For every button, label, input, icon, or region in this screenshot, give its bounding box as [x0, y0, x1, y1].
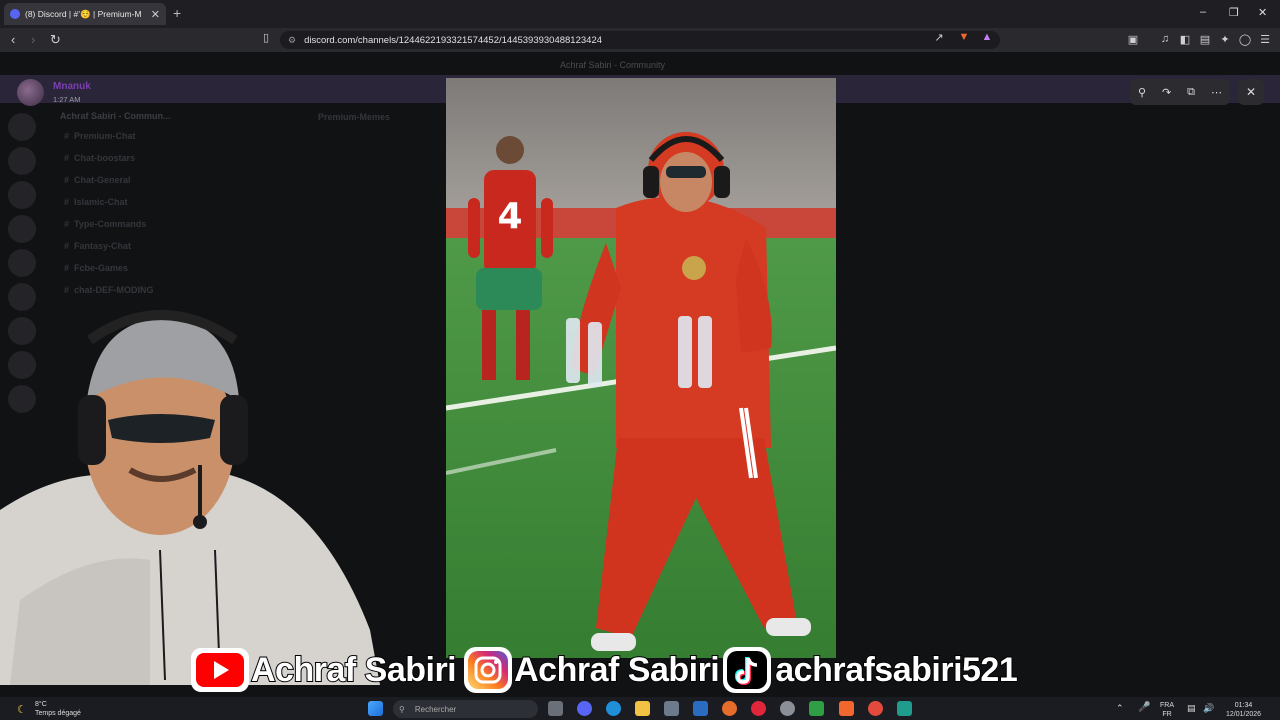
site-info-icon[interactable]: ⚙	[288, 35, 296, 46]
new-tab-button[interactable]: +	[173, 5, 181, 21]
social-banner: Achraf Sabiri Achraf Sabiri achrafsabiri…	[189, 645, 1079, 695]
chrome-icon[interactable]	[868, 701, 883, 716]
svg-text:4: 4	[497, 196, 522, 237]
open-external-icon[interactable]: ⧉	[1187, 86, 1195, 99]
server-icon[interactable]	[8, 215, 36, 243]
channel-header-title: Premium-Memes	[318, 112, 391, 122]
language-code: FRA	[1160, 702, 1174, 709]
search-placeholder: Rechercher	[414, 704, 457, 714]
ai-icon[interactable]: ✦	[1218, 33, 1232, 47]
browser-tab-strip: (8) Discord | #’☺️ | Premium-M ✕ + – ❒ ✕	[0, 0, 1280, 28]
tray-chevron-icon[interactable]: ⌃	[1116, 703, 1124, 714]
instagram-icon	[462, 645, 514, 695]
image-toolbar: ⚲ ↷ ⧉ ⋯	[1130, 79, 1230, 105]
keyboard-layout: FR	[1162, 711, 1172, 718]
youtube-icon	[189, 645, 251, 695]
brave-shield-icon[interactable]: ▼	[957, 31, 971, 45]
reload-icon[interactable]: ↻	[50, 32, 61, 48]
more-options-icon[interactable]: ⋯	[1211, 86, 1222, 99]
back-arrow-icon[interactable]: ‹	[11, 32, 15, 47]
share-icon[interactable]: ↗	[932, 31, 946, 45]
tab-close-icon[interactable]: ✕	[151, 8, 160, 21]
webcam-overlay	[0, 300, 380, 685]
microphone-icon[interactable]: 🎤	[1138, 702, 1150, 713]
settings-gear-icon[interactable]	[780, 701, 795, 716]
search-icon: ⚲	[399, 704, 405, 714]
forward-icon[interactable]: ↷	[1162, 86, 1171, 99]
tiktok-handle: achrafsabiri521	[774, 650, 1019, 690]
weather-widget[interactable]: 8°C Temps dégagé	[35, 700, 81, 718]
channel-item[interactable]: # chat-DEF-MODING	[50, 279, 250, 301]
post-time: 1:27 AM	[53, 95, 81, 104]
opera-icon[interactable]	[751, 701, 766, 716]
channel-item[interactable]: # Islamic-Chat	[50, 191, 250, 213]
mail-icon[interactable]	[693, 701, 708, 716]
url-bar[interactable]: ⚙ discord.com/channels/12446221933215744…	[280, 31, 1000, 49]
browser-tab-discord[interactable]: (8) Discord | #’☺️ | Premium-M ✕	[4, 3, 166, 25]
channel-item[interactable]: # Fantasy-Chat	[50, 235, 250, 257]
discord-app-icon[interactable]	[577, 701, 592, 716]
bookmark-icon[interactable]: ▯	[259, 31, 273, 45]
channel-item[interactable]: # Chat-General	[50, 169, 250, 191]
forward-arrow-icon[interactable]: ›	[31, 32, 35, 47]
store-icon[interactable]	[664, 701, 679, 716]
author-name[interactable]: Mnanuk	[53, 81, 91, 92]
channel-item[interactable]: # Type-Commands	[50, 213, 250, 235]
avatar	[17, 79, 44, 106]
restore-button[interactable]: ❒	[1229, 6, 1239, 19]
tiktok-icon	[719, 645, 775, 695]
window-close-button[interactable]: ✕	[1258, 6, 1267, 19]
taskbar-search[interactable]: ⚲ Rechercher	[393, 700, 538, 718]
server-icon[interactable]	[8, 181, 36, 209]
channel-item[interactable]: # Chat-boostars	[50, 147, 250, 169]
brave-rewards-icon[interactable]: ▲	[980, 31, 994, 45]
tab-title: (8) Discord | #’☺️ | Premium-M	[25, 8, 142, 19]
edge-icon[interactable]	[606, 701, 621, 716]
close-viewer-button[interactable]: ✕	[1238, 79, 1264, 105]
task-view-icon[interactable]	[548, 701, 563, 716]
brave-app-icon[interactable]	[839, 701, 854, 716]
play-icon[interactable]	[809, 701, 824, 716]
clock[interactable]: 01:34 12/01/2026	[1226, 701, 1261, 719]
discord-favicon-icon	[10, 9, 20, 19]
volume-icon[interactable]: 🔊	[1203, 703, 1214, 714]
address-toolbar: ‹ › ↻ ▯ ⚙ discord.com/channels/124462219…	[0, 28, 1280, 52]
sidebar-icon[interactable]: ◧	[1178, 33, 1192, 47]
server-icon[interactable]	[8, 113, 36, 141]
firefox-icon[interactable]	[722, 701, 737, 716]
zoom-icon[interactable]: ⚲	[1138, 86, 1146, 99]
tab-search-icon[interactable]: ▣	[1126, 33, 1140, 47]
instagram-handle: Achraf Sabiri	[513, 650, 721, 690]
football-photo: 4	[446, 78, 836, 658]
minimize-button[interactable]: –	[1200, 6, 1206, 18]
menu-icon[interactable]: ☰	[1258, 33, 1272, 47]
clock-date: 12/01/2026	[1226, 711, 1262, 718]
youtube-handle: Achraf Sabiri	[250, 650, 458, 690]
server-icon[interactable]	[8, 249, 36, 277]
weather-desc: Temps dégagé	[35, 710, 81, 717]
streamer-webcam	[0, 310, 380, 685]
channel-item[interactable]: # Premium-Chat	[50, 125, 250, 147]
language-indicator[interactable]: FRA FR	[1160, 701, 1174, 719]
vpn-icon[interactable]: ◯	[1238, 33, 1252, 47]
server-name[interactable]: Achraf Sabiri - Commun...	[50, 107, 250, 125]
music-icon[interactable]: ♫	[1158, 33, 1172, 47]
app-icon[interactable]	[897, 701, 912, 716]
file-explorer-icon[interactable]	[635, 701, 650, 716]
windows-start-icon[interactable]	[368, 701, 383, 716]
clock-time: 01:34	[1234, 702, 1253, 709]
channel-item[interactable]: # Fcbe-Games	[50, 257, 250, 279]
viewer-photo[interactable]: 4	[446, 78, 836, 658]
discord-window-title: Achraf Sabiri - Community	[560, 60, 666, 70]
url-text: discord.com/channels/1244622193321574452…	[304, 34, 603, 46]
server-icon[interactable]	[8, 147, 36, 175]
weather-icon: ☾	[17, 704, 27, 716]
wallet-icon[interactable]: ▤	[1198, 33, 1212, 47]
network-icon[interactable]: ▤	[1187, 703, 1196, 714]
weather-temp: 8°C	[35, 701, 47, 708]
